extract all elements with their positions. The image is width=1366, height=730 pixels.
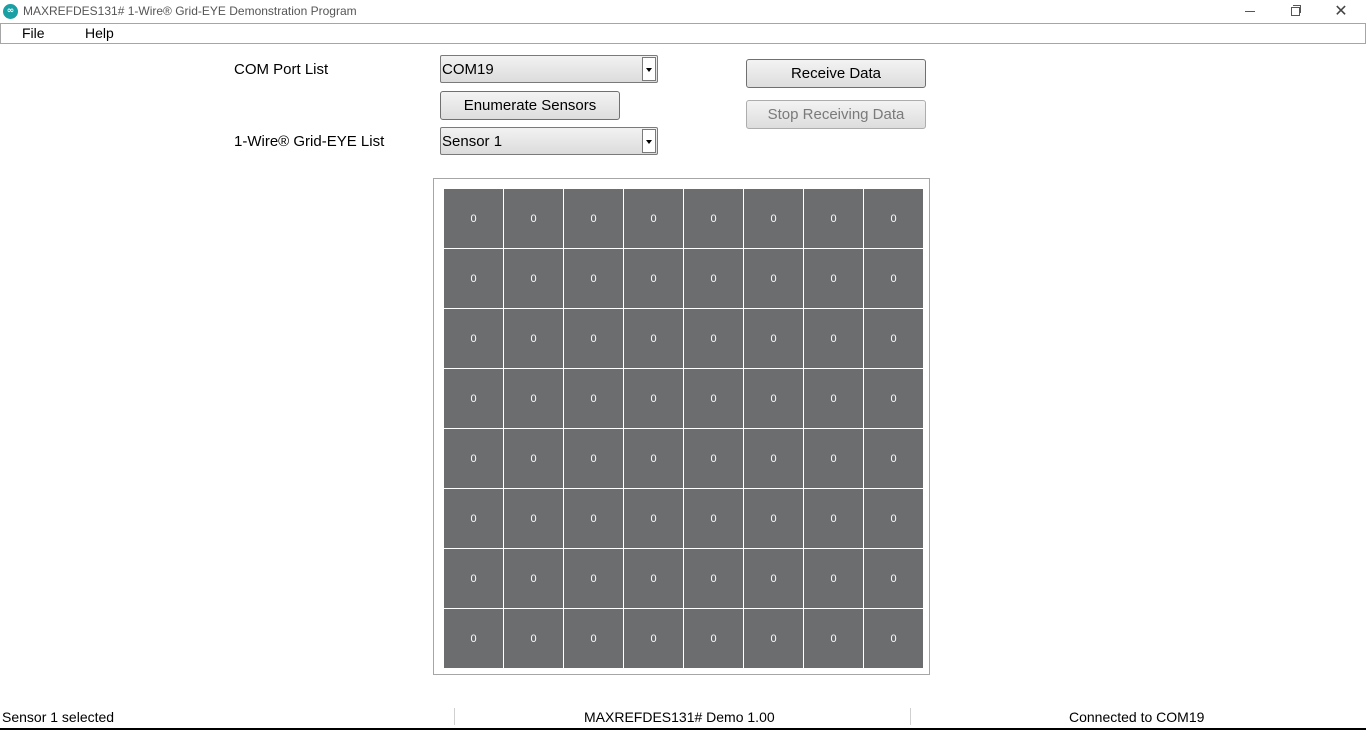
grid-cell: 0: [804, 369, 863, 428]
grid-cell: 0: [744, 489, 803, 548]
grid-cell: 0: [624, 609, 683, 668]
grid-cell: 0: [504, 609, 563, 668]
grid-cell: 0: [864, 549, 923, 608]
status-selection: Sensor 1 selected: [2, 709, 115, 725]
grid-cell: 0: [684, 429, 743, 488]
grid-cell: 0: [624, 309, 683, 368]
grid-cell: 0: [864, 249, 923, 308]
grid-cell: 0: [744, 429, 803, 488]
grid-cell: 0: [804, 429, 863, 488]
grid-cell: 0: [684, 309, 743, 368]
status-divider: [910, 708, 911, 725]
com-port-label: COM Port List: [234, 61, 329, 78]
grid-cell: 0: [504, 489, 563, 548]
grid-cell: 0: [444, 429, 503, 488]
grid-cell: 0: [504, 249, 563, 308]
grid-cell: 0: [564, 549, 623, 608]
grid-cell: 0: [564, 189, 623, 248]
close-icon: ✕: [1334, 1, 1348, 20]
grid-eye-list-label: 1-Wire® Grid-EYE List: [234, 133, 385, 150]
grid-eye-sensor-value: Sensor 1: [442, 133, 503, 150]
grid-cell: 0: [444, 549, 503, 608]
grid-cell: 0: [444, 609, 503, 668]
grid-cell: 0: [504, 309, 563, 368]
grid-cell: 0: [564, 489, 623, 548]
grid-cell: 0: [684, 489, 743, 548]
grid-cell: 0: [624, 249, 683, 308]
title-bar: ∞ MAXREFDES131# 1-Wire® Grid-EYE Demonst…: [0, 0, 1366, 23]
grid-cell: 0: [864, 609, 923, 668]
receive-data-button[interactable]: Receive Data: [746, 59, 926, 88]
app-logo-icon: ∞: [3, 4, 18, 19]
grid-cell: 0: [504, 189, 563, 248]
grid-cell: 0: [744, 189, 803, 248]
grid-cell: 0: [624, 369, 683, 428]
chevron-down-icon[interactable]: [642, 57, 656, 81]
status-bar: Sensor 1 selected MAXREFDES131# Demo 1.0…: [0, 706, 1366, 730]
grid-cell: 0: [684, 249, 743, 308]
grid-eye-sensor-select[interactable]: Sensor 1: [440, 127, 658, 155]
grid-cell: 0: [744, 369, 803, 428]
minimize-icon: [1245, 11, 1255, 12]
status-divider: [454, 708, 455, 725]
menu-file[interactable]: File: [18, 25, 49, 42]
grid-cell: 0: [804, 189, 863, 248]
grid-cell: 0: [864, 369, 923, 428]
grid-cell: 0: [564, 369, 623, 428]
grid-cell: 0: [444, 309, 503, 368]
minimize-button[interactable]: [1227, 0, 1273, 23]
app-window: ∞ MAXREFDES131# 1-Wire® Grid-EYE Demonst…: [0, 0, 1366, 730]
grid-cell: 0: [744, 549, 803, 608]
grid-cell: 0: [564, 609, 623, 668]
status-connection: Connected to COM19: [1069, 709, 1205, 725]
grid-cell: 0: [564, 249, 623, 308]
menu-bar: File Help: [0, 23, 1366, 44]
enumerate-sensors-button[interactable]: Enumerate Sensors: [440, 91, 620, 120]
stop-receiving-data-button: Stop Receiving Data: [746, 100, 926, 129]
grid-cell: 0: [444, 249, 503, 308]
grid-cell: 0: [744, 249, 803, 308]
grid-cell: 0: [504, 429, 563, 488]
grid-cell: 0: [504, 369, 563, 428]
restore-icon: [1291, 7, 1300, 16]
grid-cell: 0: [564, 309, 623, 368]
grid-cell: 0: [624, 429, 683, 488]
grid-cell: 0: [684, 609, 743, 668]
grid-cell: 0: [864, 429, 923, 488]
grid-cell: 0: [804, 249, 863, 308]
grid-cell: 0: [744, 309, 803, 368]
grid-cell: 0: [804, 309, 863, 368]
grid-cell: 0: [684, 549, 743, 608]
grid-cell: 0: [804, 489, 863, 548]
grid-cell: 0: [444, 189, 503, 248]
window-title: MAXREFDES131# 1-Wire® Grid-EYE Demonstra…: [23, 4, 357, 18]
grid-cell: 0: [504, 549, 563, 608]
grid-cell: 0: [624, 189, 683, 248]
menu-help[interactable]: Help: [81, 25, 118, 42]
grid-cell: 0: [864, 489, 923, 548]
grid-cell: 0: [624, 549, 683, 608]
grid-cell: 0: [444, 489, 503, 548]
com-port-select[interactable]: COM19: [440, 55, 658, 83]
grid-cell: 0: [864, 309, 923, 368]
restore-button[interactable]: [1272, 0, 1318, 23]
grid-cell: 0: [624, 489, 683, 548]
close-button[interactable]: ✕: [1318, 0, 1364, 23]
grid-cell: 0: [804, 609, 863, 668]
grid-cell: 0: [564, 429, 623, 488]
com-port-value: COM19: [442, 61, 494, 78]
grid-cell: 0: [684, 189, 743, 248]
grid-cell: 0: [444, 369, 503, 428]
grid-cell: 0: [744, 609, 803, 668]
status-version: MAXREFDES131# Demo 1.00: [584, 709, 775, 725]
grid-cell: 0: [864, 189, 923, 248]
grid-cell: 0: [804, 549, 863, 608]
thermal-grid: 0000000000000000000000000000000000000000…: [444, 189, 924, 669]
grid-cell: 0: [684, 369, 743, 428]
chevron-down-icon[interactable]: [642, 129, 656, 153]
